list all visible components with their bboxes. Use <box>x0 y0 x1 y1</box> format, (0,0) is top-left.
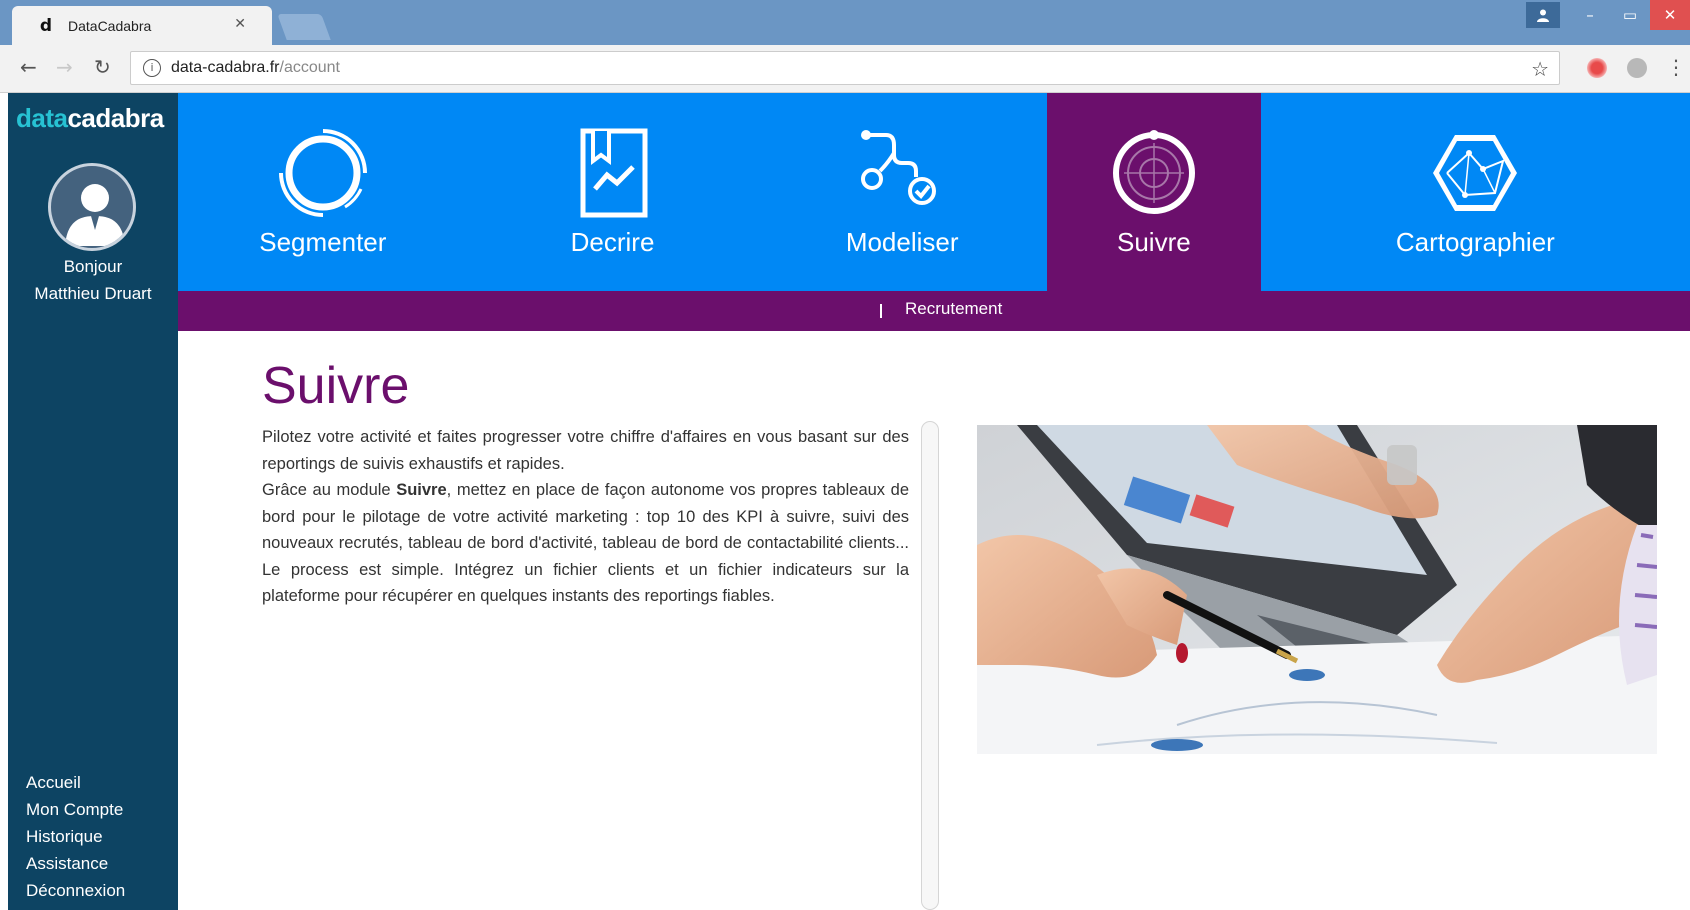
tab-modeliser[interactable]: Modeliser <box>757 93 1047 291</box>
url-input[interactable]: i data-cadabra.fr/account ☆ <box>130 51 1560 85</box>
bookmark-star-icon[interactable]: ☆ <box>1531 57 1549 81</box>
description-paragraph: Grâce au module Suivre, mettez en place … <box>262 481 910 605</box>
url-path: /account <box>279 59 340 76</box>
avatar[interactable] <box>48 163 136 251</box>
segment-ring-icon <box>278 129 367 217</box>
user-greeting: Bonjour Matthieu Druart <box>8 253 178 307</box>
tab-label: Decrire <box>570 227 655 257</box>
forward-arrow-icon[interactable]: → <box>56 55 73 79</box>
sub-nav: Recrutement <box>178 291 1690 331</box>
minimize-icon[interactable]: – <box>1570 0 1610 30</box>
subnav-item-recrutement[interactable]: Recrutement <box>905 299 1002 319</box>
tab-label: Segmenter <box>259 227 387 257</box>
address-bar: ← → ↻ i data-cadabra.fr/account ☆ ⋮ <box>0 45 1690 93</box>
tab-label: Cartographier <box>1395 227 1555 257</box>
greeting-text: Bonjour <box>63 257 123 276</box>
flow-check-icon <box>861 130 937 205</box>
page-title: Suivre <box>262 357 410 415</box>
reload-icon[interactable]: ↻ <box>94 55 111 79</box>
main-content: Suivre Pilotez votre activité et faites … <box>178 331 1690 910</box>
info-icon[interactable]: i <box>143 59 161 77</box>
window-controls: – ▭ ✕ <box>1526 0 1690 30</box>
sidebar-item-mon-compte[interactable]: Mon Compte <box>26 796 125 823</box>
tab-label: Suivre <box>1117 227 1191 257</box>
restore-icon[interactable]: ▭ <box>1610 0 1650 30</box>
sidebar-item-historique[interactable]: Historique <box>26 823 125 850</box>
hexagon-map-icon <box>1433 135 1518 211</box>
subnav-divider <box>880 304 882 318</box>
target-radar-icon <box>1112 130 1195 214</box>
back-arrow-icon[interactable]: ← <box>20 55 37 79</box>
profile-icon[interactable] <box>1526 2 1560 28</box>
browser-titlebar: d DataCadabra ✕ – ▭ ✕ <box>0 0 1690 45</box>
business-chart-photo <box>977 425 1657 754</box>
module-description: Pilotez votre activité et faites progres… <box>262 424 909 610</box>
user-name: Matthieu Druart <box>34 284 152 303</box>
browser-tab[interactable]: d DataCadabra ✕ <box>12 6 272 45</box>
sidebar-item-accueil[interactable]: Accueil <box>26 769 125 796</box>
sidebar-menu: Accueil Mon Compte Historique Assistance… <box>26 769 125 904</box>
sidebar-item-deconnexion[interactable]: Déconnexion <box>26 877 125 904</box>
close-tab-icon[interactable]: ✕ <box>234 16 246 32</box>
tab-decrire[interactable]: Decrire <box>468 93 758 291</box>
sidebar: datacadabra Bonjour Matthieu Druart Accu… <box>8 93 178 910</box>
extension-gray-icon[interactable] <box>1627 58 1647 78</box>
tab-title: DataCadabra <box>68 17 152 34</box>
chart-document-icon <box>580 128 647 218</box>
tab-cartographier[interactable]: Cartographier <box>1261 93 1690 291</box>
app-logo[interactable]: datacadabra <box>16 103 164 134</box>
url-host: data-cadabra.fr <box>171 59 280 76</box>
close-window-icon[interactable]: ✕ <box>1650 0 1690 30</box>
scrollbar[interactable] <box>921 421 939 910</box>
favicon-icon: d <box>39 15 53 36</box>
hero-image <box>977 425 1657 754</box>
tab-segmenter[interactable]: Segmenter <box>178 93 468 291</box>
tab-suivre[interactable]: Suivre <box>1047 93 1261 291</box>
module-nav: Segmenter Decrire Modeliser Suivre Carto… <box>178 93 1690 291</box>
description-paragraph: Pilotez votre activité et faites progres… <box>262 428 909 473</box>
tab-label: Modeliser <box>845 227 959 257</box>
browser-menu-icon[interactable]: ⋮ <box>1666 55 1686 79</box>
extension-red-icon[interactable] <box>1587 58 1607 78</box>
new-tab-button[interactable] <box>277 14 331 40</box>
sidebar-item-assistance[interactable]: Assistance <box>26 850 125 877</box>
user-silhouette-icon <box>65 184 125 246</box>
